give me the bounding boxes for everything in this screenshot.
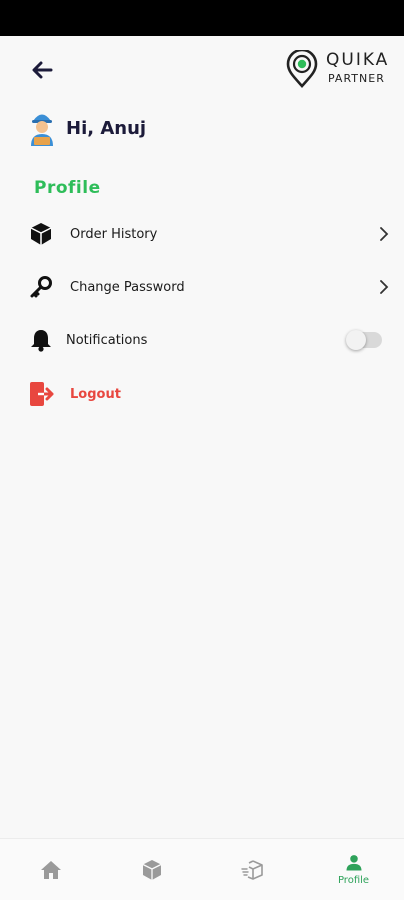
back-button[interactable] [26, 56, 58, 84]
tab-home[interactable] [0, 839, 101, 900]
key-icon [28, 274, 54, 300]
menu-item-order-history[interactable]: Order History [0, 212, 404, 256]
menu-label-change-password: Change Password [70, 279, 185, 295]
greeting: Hi, Anuj [28, 108, 146, 148]
menu-label-logout: Logout [70, 386, 121, 402]
tab-orders[interactable] [101, 839, 202, 900]
bell-icon [28, 327, 54, 353]
avatar [31, 114, 53, 146]
status-bar [0, 0, 404, 36]
logout-icon [28, 381, 54, 407]
menu-label-order-history: Order History [70, 226, 158, 242]
menu-item-notifications: Notifications [0, 318, 404, 362]
person-icon [346, 855, 361, 871]
package-icon [28, 221, 54, 247]
bottom-navigation: Profile [0, 838, 404, 900]
menu-item-change-password[interactable]: Change Password [0, 265, 404, 309]
chevron-right-icon [380, 280, 389, 294]
profile-screen: QUIKA PARTNER Hi, Anuj Profile Order His… [0, 36, 404, 838]
menu-label-notifications: Notifications [66, 332, 148, 348]
tab-profile[interactable]: Profile [303, 839, 404, 900]
arrow-left-icon [32, 61, 53, 79]
tab-deliveries[interactable] [202, 839, 303, 900]
delivery-box-icon [240, 859, 263, 880]
box-icon [142, 859, 161, 880]
toggle-knob [346, 330, 366, 350]
section-title: Profile [34, 178, 101, 198]
greeting-text: Hi, Anuj [66, 117, 147, 139]
tab-profile-label: Profile [337, 875, 370, 886]
logo-sub: PARTNER [328, 72, 385, 85]
notifications-toggle[interactable] [346, 330, 382, 350]
chevron-right-icon [380, 227, 389, 241]
home-icon [40, 860, 61, 879]
logo-mark-icon [286, 50, 318, 88]
logo-name: QUIKA [326, 50, 390, 70]
quika-partner-logo: QUIKA PARTNER [284, 48, 394, 92]
menu-item-logout[interactable]: Logout [0, 372, 404, 416]
